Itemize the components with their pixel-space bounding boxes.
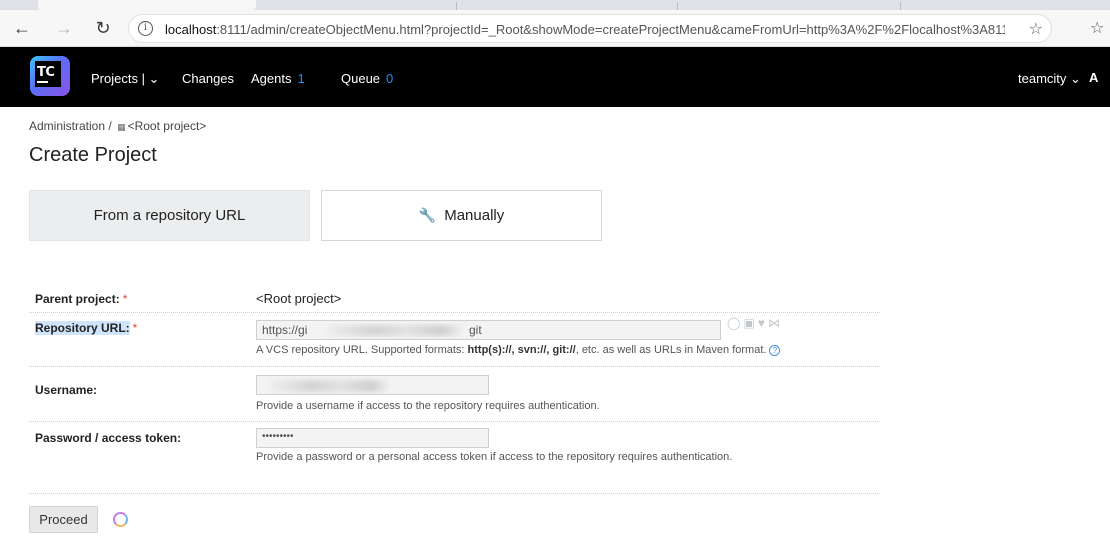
forward-button[interactable]: → (52, 16, 76, 40)
logo-inner: TC (35, 61, 61, 87)
breadcrumb-administration[interactable]: Administration (29, 119, 105, 133)
favorites-add-icon[interactable]: ☆ (1029, 19, 1043, 39)
manually-button[interactable]: 🔧 Manually (321, 190, 602, 241)
from-repository-url-button[interactable]: From a repository URL (29, 190, 310, 241)
manually-label: Manually (444, 207, 505, 224)
browser-toolbar: ← → ↻ i localhost:8111/admin/createObjec… (0, 10, 1110, 47)
header-cut-item[interactable]: A (1089, 70, 1098, 85)
nav-agents[interactable]: Agents 1 (251, 71, 305, 86)
parent-project-row: Parent project: * <Root project> (29, 283, 880, 313)
parent-project-label-text: Parent project: (35, 292, 120, 306)
agents-count: 1 (297, 71, 305, 86)
tab-separator (900, 2, 901, 10)
teamcity-header: TC Projects | ⌄ Changes Agents 1 Queue 0 t… (0, 47, 1110, 107)
help-icon[interactable]: ? (769, 344, 781, 356)
nav-projects[interactable]: Projects | ⌄ (91, 71, 159, 87)
breadcrumb-separator: / (108, 119, 112, 133)
logo-text: TC (37, 65, 55, 80)
wrench-icon: 🔧 (418, 207, 437, 223)
tab-separator (677, 2, 678, 10)
username-row: Username: Provide a username if access t… (29, 367, 880, 422)
arrow-right-icon: → (55, 17, 73, 38)
back-button[interactable]: ← (10, 16, 34, 40)
browser-tab-active[interactable] (38, 0, 256, 10)
redacted-url-part (327, 325, 462, 336)
parent-project-value: <Root project> (256, 291, 342, 306)
from-repository-url-label: From a repository URL (93, 207, 246, 224)
repository-url-row: Repository URL: * https://gi git ◯▣♥⋈ A V… (29, 313, 880, 367)
nav-queue[interactable]: Queue 0 (341, 71, 393, 86)
repository-url-input[interactable]: https://gi git (256, 320, 721, 340)
repository-url-value-end: git (469, 323, 482, 337)
loading-spinner-icon (113, 512, 128, 527)
arrow-left-icon: ← (13, 17, 31, 38)
breadcrumb: Administration / ▦ <Root project> (29, 119, 206, 133)
info-icon[interactable]: i (138, 21, 153, 36)
password-input[interactable]: ••••••••• (256, 428, 489, 448)
project-icon: ▦ (117, 122, 126, 132)
reload-icon: ↻ (95, 17, 111, 38)
url-path: :8111/admin/createObjectMenu.html?projec… (216, 22, 1005, 37)
hint-formats: http(s)://, svn://, git:// (467, 344, 576, 356)
nav-queue-label: Queue (341, 71, 381, 86)
bitbucket-icon[interactable]: ▣ (743, 316, 757, 330)
breadcrumb-root-project[interactable]: <Root project> (128, 119, 207, 133)
gitlab-icon[interactable]: ♥ (758, 316, 768, 330)
reload-button[interactable]: ↻ (91, 16, 115, 40)
repository-url-value-start: https://gi (262, 323, 308, 337)
nav-agents-label: Agents (251, 71, 292, 86)
required-marker: * (132, 321, 138, 335)
tab-separator (456, 2, 457, 10)
username-label: Username: (35, 383, 98, 397)
logo-bar (37, 81, 48, 83)
username-input[interactable] (256, 375, 489, 395)
hint-prefix: A VCS repository URL. Supported formats: (256, 344, 468, 356)
vcs-provider-icons: ◯▣♥⋈ (727, 316, 783, 330)
proceed-button[interactable]: Proceed (29, 506, 98, 533)
repository-url-hint: A VCS repository URL. Supported formats:… (256, 344, 781, 356)
page-title: Create Project (29, 144, 157, 166)
browser-tab-strip (0, 0, 1110, 10)
queue-count: 0 (386, 71, 394, 86)
hint-suffix: , etc. as well as URLs in Maven format. (575, 344, 767, 356)
nav-changes[interactable]: Changes (182, 71, 234, 86)
user-menu[interactable]: teamcity ⌄ (1018, 71, 1081, 87)
address-bar[interactable]: i localhost:8111/admin/createObjectMenu.… (128, 14, 1052, 43)
azure-devops-icon[interactable]: ⋈ (768, 316, 783, 330)
github-icon[interactable]: ◯ (727, 316, 743, 330)
repository-url-label-text: Repository URL: (35, 321, 130, 335)
repository-url-label: Repository URL: * (35, 321, 137, 335)
redacted-username (271, 380, 389, 392)
password-label: Password / access token: (35, 431, 182, 445)
parent-project-label: Parent project: * (35, 292, 127, 306)
url-text[interactable]: localhost:8111/admin/createObjectMenu.ht… (165, 22, 1005, 37)
url-host: localhost (165, 22, 217, 37)
teamcity-logo[interactable]: TC (30, 56, 70, 96)
required-marker: * (122, 292, 128, 306)
password-row: Password / access token: ••••••••• Provi… (29, 422, 880, 494)
favorites-icon[interactable]: ☆ (1090, 18, 1104, 38)
password-hint: Provide a password or a personal access … (256, 451, 733, 463)
username-hint: Provide a username if access to the repo… (256, 400, 600, 412)
